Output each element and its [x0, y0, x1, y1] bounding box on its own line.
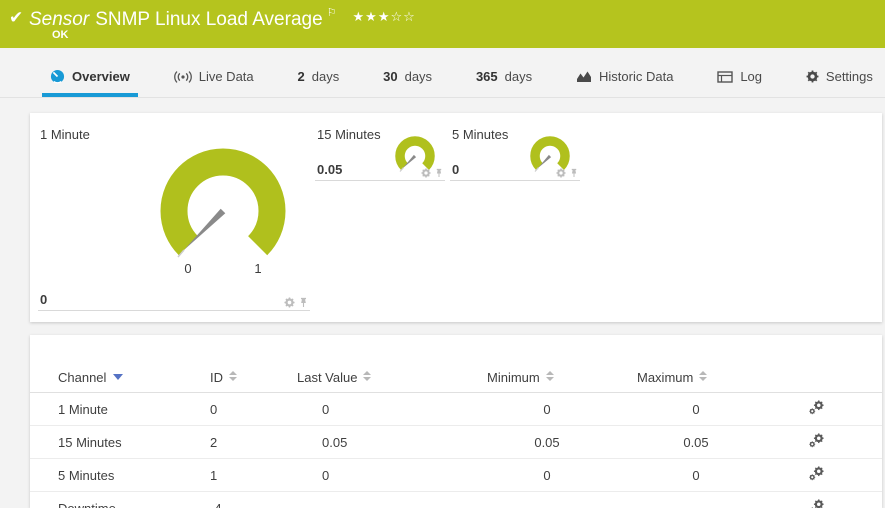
settings-gear-icon [806, 70, 819, 83]
tab-historic-data[interactable]: Historic Data [568, 48, 681, 97]
column-header-actions [785, 362, 882, 393]
tab-log-label: Log [740, 69, 763, 84]
channel-settings-icon[interactable] [809, 433, 824, 451]
gauge-settings-gear-icon[interactable] [556, 168, 566, 178]
channel-minimum: 0 [487, 392, 637, 426]
tab-historic-data-label: Historic Data [599, 69, 674, 84]
channel-last-value: 0 [297, 458, 487, 492]
table-header-row: Channel ID Last Value Minimum Maximum [30, 362, 882, 393]
column-header-last-value[interactable]: Last Value [297, 362, 487, 393]
sort-icon [363, 371, 372, 381]
channel-minimum [487, 491, 637, 508]
gauge-chart-1-minute: 0 1 [160, 148, 286, 276]
gauges-panel: 1 Minute 0 1 0 15 Minutes 0.05 5 Minutes… [30, 113, 882, 322]
channel-maximum: 0 [637, 392, 785, 426]
gauge-value: 0.05 [317, 162, 343, 177]
gauge-pin-icon[interactable] [435, 168, 443, 178]
channels-table-panel: Channel ID Last Value Minimum Maximum 1 … [30, 335, 882, 508]
sort-icon [545, 371, 554, 381]
channels-table: Channel ID Last Value Minimum Maximum 1 … [30, 362, 882, 508]
sensor-title: SNMP Linux Load Average [95, 9, 323, 30]
gauge-settings-gear-icon[interactable] [284, 297, 295, 308]
column-header-channel[interactable]: Channel [30, 362, 210, 393]
gauge-title: 1 Minute [40, 127, 90, 142]
historic-data-icon [576, 70, 592, 83]
gauge-tile-15-minutes: 15 Minutes 0.05 [315, 121, 445, 181]
gauge-tile-5-minutes: 5 Minutes 0 [450, 121, 580, 181]
tab-overview-label: Overview [72, 69, 130, 84]
tab-log[interactable]: Log [709, 48, 770, 97]
prtg-sensor-page: ✔ Sensor SNMP Linux Load Average ⚐ ★★★☆☆ OK… [0, 0, 885, 508]
gauge-value: 0 [40, 292, 48, 307]
channel-maximum [637, 491, 785, 508]
channel-settings-icon[interactable] [809, 400, 824, 418]
channel-settings-icon[interactable] [809, 499, 824, 508]
stars-filled: ★★★ [352, 9, 391, 24]
table-row[interactable]: 1 Minute 0 0 0 0 [30, 392, 882, 426]
column-header-maximum[interactable]: Maximum [637, 362, 785, 393]
tab-365-days[interactable]: 365 days [468, 48, 540, 97]
tab-2-days-label: days [311, 69, 340, 84]
tab-365-days-label: days [504, 69, 533, 84]
sort-desc-icon [113, 374, 124, 380]
tab-2-days-number: 2 [297, 69, 305, 84]
channel-maximum: 0 [637, 458, 785, 492]
tab-2-days[interactable]: 2 days [290, 48, 348, 97]
priority-flag-icon[interactable]: ⚐ [327, 7, 337, 19]
gauge-pin-icon[interactable] [299, 297, 308, 308]
tab-30-days-label: days [404, 69, 433, 84]
channel-id: 0 [210, 392, 297, 426]
channel-name: 1 Minute [30, 392, 210, 426]
tab-live-data-label: Live Data [198, 69, 254, 84]
sensor-status-badge: OK [52, 29, 69, 41]
gauge-value: 0 [452, 162, 460, 177]
sensor-tabbar: Overview Live Data 2 days 30 days 365 da… [0, 48, 885, 98]
channel-last-value: 0.05 [297, 425, 487, 459]
channel-id: 2 [210, 425, 297, 459]
log-icon [717, 70, 734, 83]
stars-empty: ☆☆ [390, 9, 416, 24]
gauge-title: 15 Minutes [317, 127, 381, 142]
sensor-type-label: Sensor [29, 9, 90, 30]
channel-last-value [297, 491, 487, 508]
gauge-pin-icon[interactable] [570, 168, 578, 178]
gauge-scale-min: 0 [184, 261, 191, 276]
gauge-tile-1-minute: 1 Minute 0 1 0 [38, 121, 310, 311]
table-row[interactable]: 15 Minutes 2 0.05 0.05 0.05 [30, 425, 882, 459]
column-header-minimum[interactable]: Minimum [487, 362, 637, 393]
column-header-id[interactable]: ID [210, 362, 297, 393]
gauge-title: 5 Minutes [452, 127, 509, 142]
tab-overview[interactable]: Overview [42, 48, 138, 97]
table-row[interactable]: Downtime -4 [30, 491, 882, 508]
channel-minimum: 0 [487, 458, 637, 492]
tab-settings[interactable]: Settings [798, 48, 881, 97]
table-row[interactable]: 5 Minutes 1 0 0 0 [30, 458, 882, 492]
live-data-icon [173, 70, 192, 83]
sensor-status-header: ✔ Sensor SNMP Linux Load Average ⚐ ★★★☆☆ OK [0, 0, 885, 48]
tab-365-days-number: 365 [475, 69, 498, 84]
status-check-icon: ✔ [9, 8, 24, 27]
channel-name: 5 Minutes [30, 458, 210, 492]
sort-icon [229, 371, 237, 381]
tab-30-days-number: 30 [383, 69, 398, 84]
priority-stars[interactable]: ★★★☆☆ [353, 9, 416, 24]
tab-30-days[interactable]: 30 days [375, 48, 440, 97]
gauge-settings-gear-icon[interactable] [421, 168, 431, 178]
channel-id: 1 [210, 458, 297, 492]
channel-id: -4 [210, 491, 297, 508]
channel-settings-icon[interactable] [809, 466, 824, 484]
gauge-icon [50, 69, 65, 84]
channel-maximum: 0.05 [637, 425, 785, 459]
channel-name: 15 Minutes [30, 425, 210, 459]
channel-minimum: 0.05 [487, 425, 637, 459]
sort-icon [699, 371, 708, 381]
tab-settings-label: Settings [825, 69, 873, 84]
channel-name: Downtime [30, 491, 210, 508]
gauge-scale-max: 1 [254, 261, 261, 276]
tab-live-data[interactable]: Live Data [166, 48, 262, 97]
channel-last-value: 0 [297, 392, 487, 426]
